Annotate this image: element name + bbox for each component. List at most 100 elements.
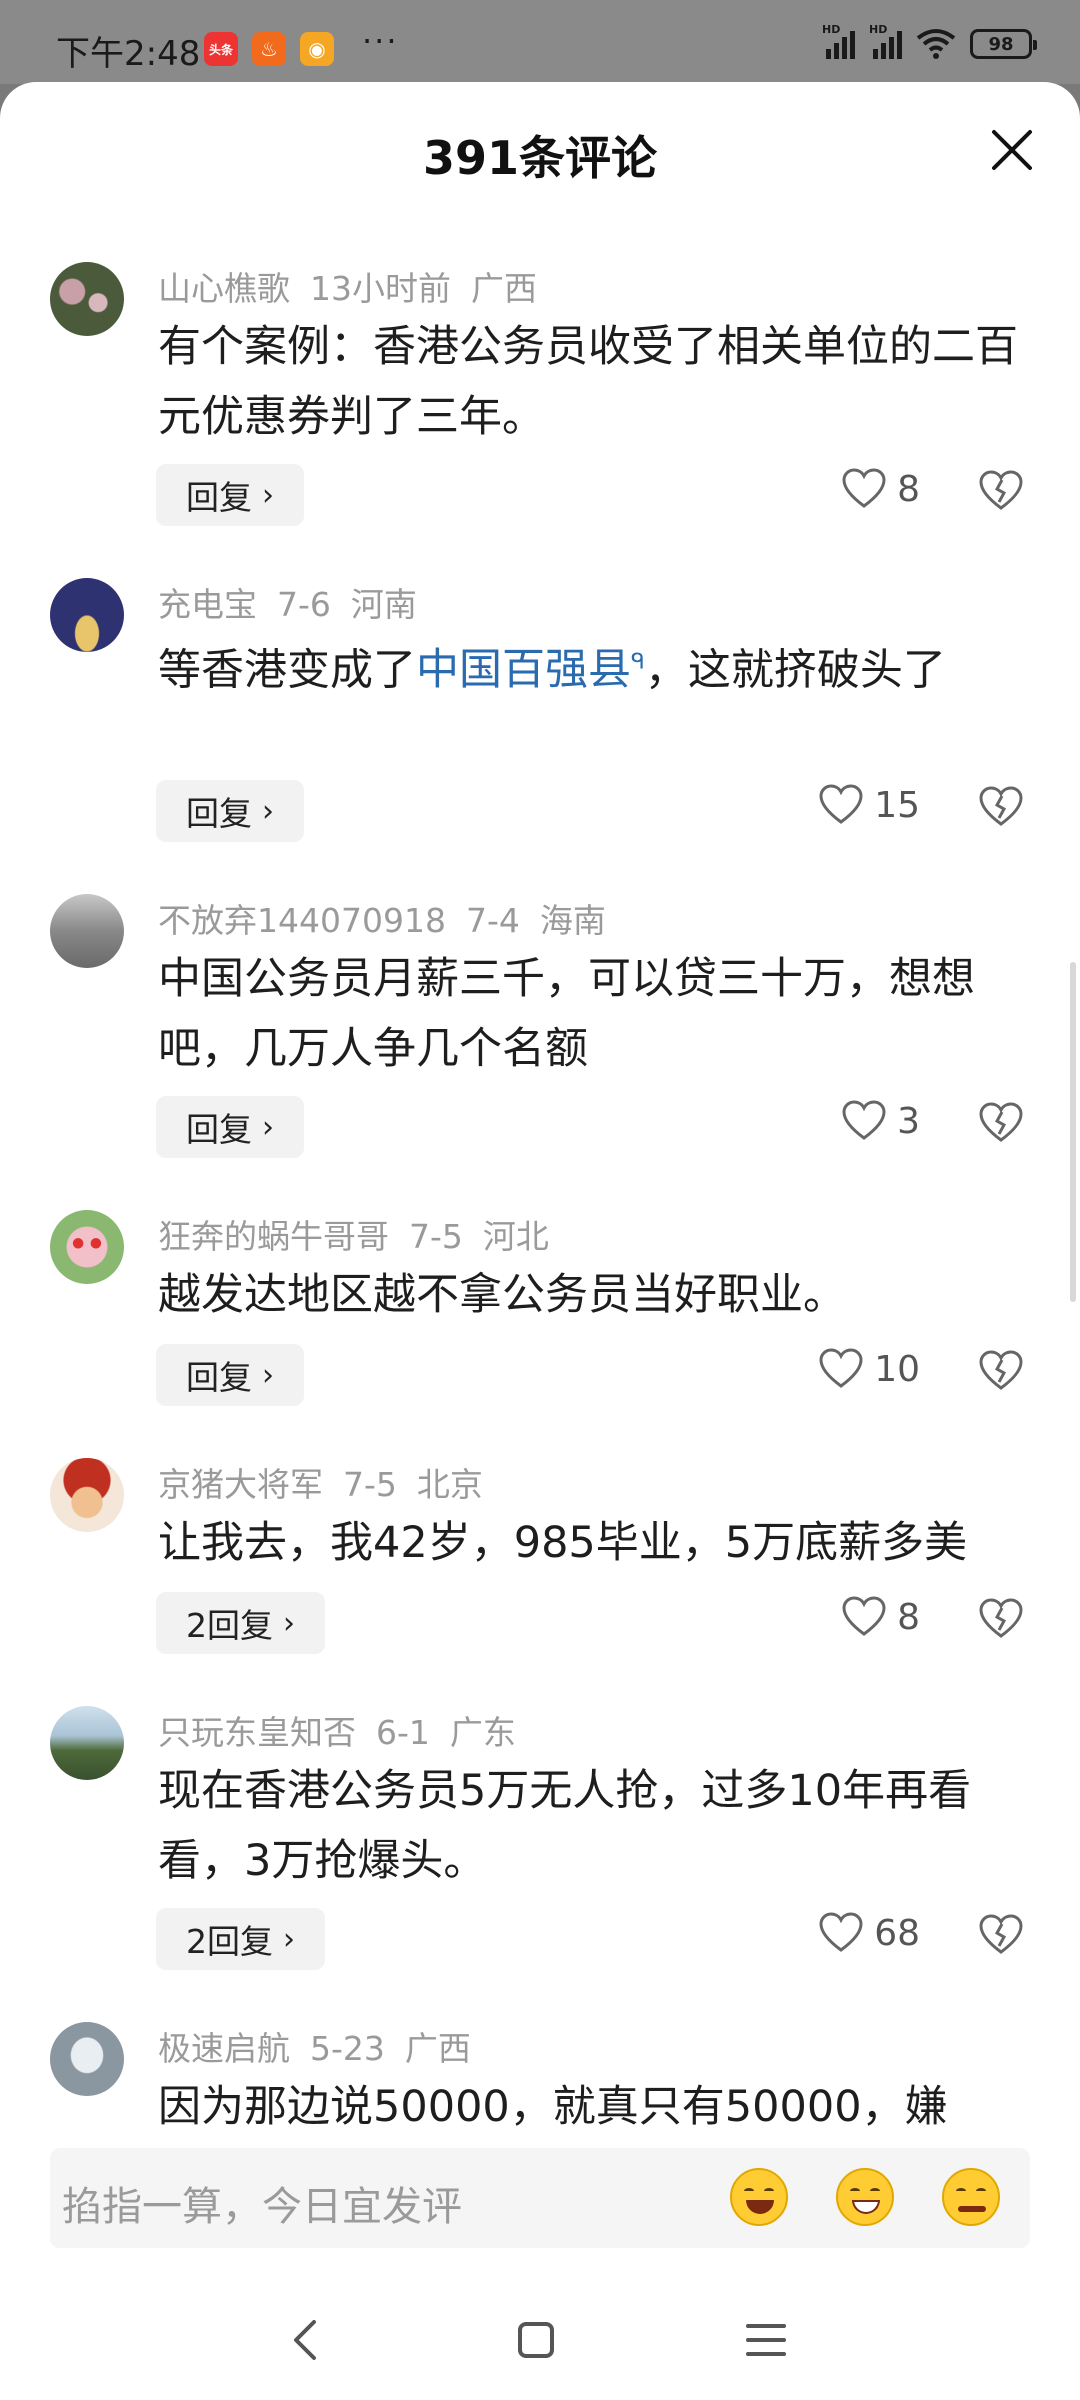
avatar[interactable]	[50, 578, 124, 652]
menu-icon[interactable]	[736, 2310, 796, 2370]
comment-region: 广西	[471, 269, 537, 308]
like-button[interactable]: 10	[818, 1348, 920, 1390]
chevron-right-icon: ›	[262, 793, 274, 829]
laughing-emoji[interactable]	[730, 2168, 788, 2226]
heart-icon	[842, 468, 886, 508]
reply-label: 2回复	[186, 1606, 273, 1645]
reply-label: 回复	[186, 794, 252, 833]
scrollbar[interactable]	[1070, 962, 1076, 1302]
comment-text: 有个案例：香港公务员收受了相关单位的二百元优惠券判了三年。	[158, 322, 1018, 442]
signal-icon: HD	[822, 23, 855, 59]
broken-heart-icon[interactable]	[978, 1914, 1024, 1956]
status-bar: 下午2:48 头条 ♨ ◉ ··· HD HD 98	[0, 0, 1080, 84]
comment-text: 现在香港公务员5万无人抢，过多10年再看看，3万抢爆头。	[158, 1766, 972, 1886]
comment-text: 中国公务员月薪三千，可以贷三十万，想想吧，几万人争几个名额	[158, 954, 975, 1074]
comment-meta: 充电宝 7-6 河南	[158, 578, 437, 626]
status-app-icons: 头条 ♨ ◉	[204, 32, 334, 66]
sheet-header: 391条评论	[0, 82, 1080, 218]
broken-heart-icon[interactable]	[978, 786, 1024, 828]
reply-button[interactable]: 2回复 ›	[156, 1592, 325, 1654]
like-count: 10	[874, 1348, 920, 1390]
broken-heart-icon[interactable]	[978, 1102, 1024, 1144]
like-button[interactable]: 8	[841, 1596, 920, 1638]
reply-button[interactable]: 回复 ›	[156, 1344, 304, 1406]
signal-hd-label-2: HD	[869, 23, 888, 36]
chevron-right-icon: ›	[262, 477, 274, 513]
reply-label: 回复	[186, 1110, 252, 1149]
avatar[interactable]	[50, 2022, 124, 2096]
thinking-emoji[interactable]	[942, 2168, 1000, 2226]
comment-sheet: 391条评论 山心樵歌 13小时前 广西 有个案例：香港公务员收受了相关单位的二百元…	[0, 82, 1080, 2400]
comment-input[interactable]: 掐指一算，今日宜发评	[50, 2148, 1030, 2248]
comment-username[interactable]: 京猪大将军	[158, 1465, 323, 1504]
like-count: 3	[897, 1100, 920, 1142]
status-indicators: HD HD 98	[822, 23, 1037, 60]
comment-region: 广西	[404, 2029, 471, 2068]
chevron-right-icon: ›	[283, 1921, 295, 1957]
comment-username[interactable]: 只玩东皇知否	[158, 1713, 356, 1752]
comment-time: 6-1	[376, 1713, 430, 1752]
comment-text: 越发达地区越不拿公务员当好职业。	[158, 1270, 846, 1320]
heart-icon	[819, 784, 863, 824]
comment-region: 河南	[350, 585, 417, 624]
comment-username[interactable]: 充电宝	[158, 585, 257, 624]
comment-time: 7-4	[465, 901, 520, 940]
avatar[interactable]	[50, 1706, 124, 1780]
avatar[interactable]	[50, 894, 124, 968]
comment-username[interactable]: 极速启航	[158, 2029, 290, 2068]
comment-username[interactable]: 不放弃144070918	[158, 901, 446, 940]
search-link-text: 中国百强县	[416, 645, 631, 696]
comment-time: 7-5	[409, 1217, 463, 1256]
toutiao-app-icon: 头条	[204, 32, 238, 66]
heart-icon	[819, 1348, 863, 1388]
broken-heart-icon[interactable]	[978, 470, 1024, 512]
chevron-right-icon: ›	[262, 1357, 274, 1393]
status-time: 下午2:48	[56, 34, 201, 74]
reply-button[interactable]: 回复 ›	[156, 464, 304, 526]
like-button[interactable]: 15	[818, 784, 920, 826]
search-link-icon: ᑫ	[631, 650, 645, 675]
like-button[interactable]: 3	[841, 1100, 920, 1142]
comment-username[interactable]: 狂奔的蜗牛哥哥	[158, 1217, 389, 1256]
avatar[interactable]	[50, 1210, 124, 1284]
heart-icon	[842, 1100, 886, 1140]
battery-icon: 98	[970, 29, 1037, 59]
reply-label: 回复	[186, 478, 252, 517]
comment-meta: 只玩东皇知否 6-1 广东	[158, 1706, 536, 1754]
status-more-dots: ···	[362, 22, 399, 60]
home-icon[interactable]	[506, 2310, 566, 2370]
comment-meta: 京猪大将军 7-5 北京	[158, 1458, 503, 1506]
wifi-icon	[916, 29, 956, 59]
chevron-right-icon: ›	[262, 1109, 274, 1145]
comment-meta: 不放弃144070918 7-4 海南	[158, 894, 626, 942]
comment-text-part: 等香港变成了	[158, 645, 416, 696]
broken-heart-icon[interactable]	[978, 1350, 1024, 1392]
comment-meta: 山心樵歌 13小时前 广西	[158, 262, 557, 310]
close-icon[interactable]	[984, 122, 1040, 178]
comment-time: 5-23	[310, 2029, 385, 2068]
reply-label: 2回复	[186, 1922, 273, 1961]
like-button[interactable]: 8	[841, 468, 920, 510]
avatar[interactable]	[50, 262, 124, 336]
broken-heart-icon[interactable]	[978, 1598, 1024, 1640]
back-icon[interactable]	[276, 2310, 336, 2370]
grinning-emoji[interactable]	[836, 2168, 894, 2226]
reply-button[interactable]: 回复 ›	[156, 780, 304, 842]
comment-time: 7-6	[277, 585, 331, 624]
comment-meta: 极速启航 5-23 广西	[158, 2022, 491, 2070]
like-button[interactable]: 68	[818, 1912, 920, 1954]
search-link[interactable]: 中国百强县ᑫ	[416, 645, 645, 695]
comment-region: 北京	[416, 1465, 483, 1504]
weibo-app-icon: ◉	[300, 32, 334, 66]
reply-button[interactable]: 2回复 ›	[156, 1908, 325, 1970]
heart-icon	[819, 1912, 863, 1952]
comment-text: 等香港变成了中国百强县ᑫ，这就挤破头了	[158, 628, 1038, 705]
comment-username[interactable]: 山心樵歌	[158, 269, 290, 308]
comment-text: 让我去，我42岁，985毕业，5万底薪多美	[158, 1518, 968, 1568]
heart-icon	[842, 1596, 886, 1636]
comment-region: 海南	[539, 901, 606, 940]
orange-app-icon: ♨	[252, 32, 286, 66]
reply-button[interactable]: 回复 ›	[156, 1096, 304, 1158]
avatar[interactable]	[50, 1458, 124, 1532]
comment-input-placeholder: 掐指一算，今日宜发评	[62, 2184, 462, 2230]
